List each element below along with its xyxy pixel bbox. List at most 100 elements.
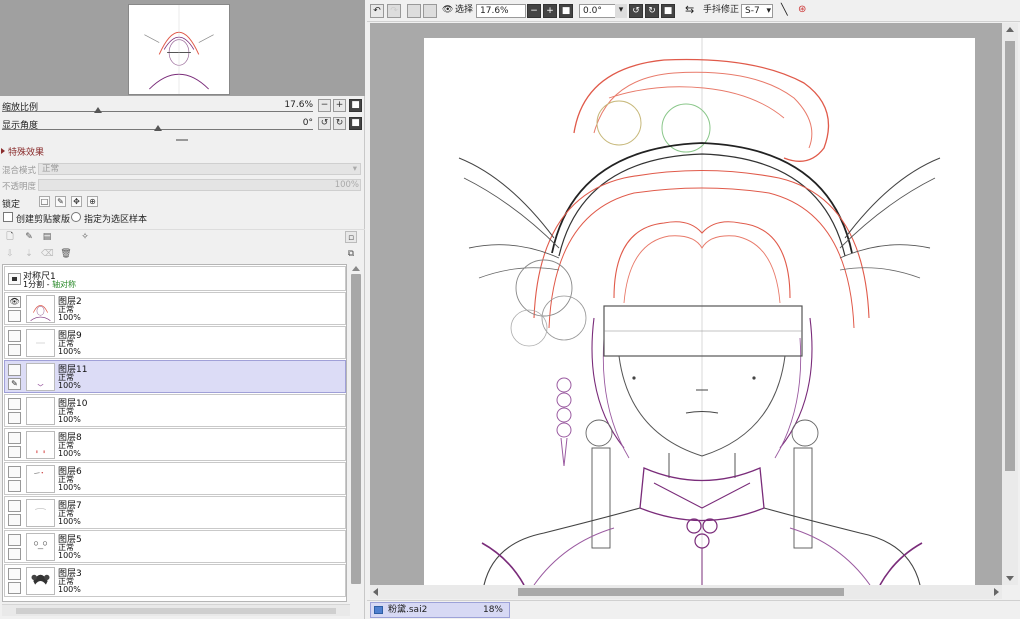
edit-toggle[interactable] — [8, 582, 21, 594]
visibility-toggle[interactable] — [8, 500, 21, 512]
opacity-slider[interactable] — [38, 179, 361, 191]
scroll-left-arrow-icon[interactable] — [373, 588, 378, 596]
edit-toggle[interactable] — [8, 310, 21, 322]
visibility-toggle[interactable] — [8, 466, 21, 478]
canvas-horizontal-scrollbar[interactable] — [370, 585, 1002, 599]
scroll-down-arrow-icon[interactable] — [1006, 576, 1014, 581]
ruler-division-text: 1分割 - — [23, 280, 53, 289]
rotate-right-button[interactable]: ↻ — [333, 117, 346, 130]
pencil-icon[interactable]: ✎ — [8, 378, 21, 390]
deselect-icon[interactable] — [407, 4, 421, 18]
layer-item[interactable]: 图层3 正常 100% — [4, 564, 346, 597]
new-layer-icon[interactable]: 🗋 — [4, 231, 16, 243]
toolbar-zoom-in-button[interactable]: + — [543, 4, 557, 18]
navigator-panel[interactable] — [0, 0, 365, 96]
edit-toggle[interactable] — [8, 446, 21, 458]
panel-menu-icon[interactable]: ▫ — [345, 231, 357, 243]
scroll-up-arrow-icon[interactable] — [352, 266, 360, 271]
layer-item-selected[interactable]: ✎ 图层11 正常 100% — [4, 360, 346, 393]
layer-item[interactable]: 图层10 正常 100% — [4, 394, 346, 427]
eye-icon[interactable]: 👁 — [8, 296, 21, 308]
angle-slider-row: 显示角度 0° ↺ ↻ ■ — [0, 116, 365, 132]
toolbar-zoom-input[interactable]: 17.6% — [476, 4, 526, 18]
zoom-reset-button[interactable]: ■ — [349, 99, 362, 112]
canvas-hscroll-thumb[interactable] — [518, 588, 844, 596]
straight-line-icon[interactable]: ╲ — [781, 4, 788, 18]
scroll-up-arrow-icon[interactable] — [1006, 27, 1014, 32]
clipping-mask-checkbox[interactable] — [3, 212, 13, 222]
lock-paint-icon[interactable]: ✎ — [55, 196, 66, 207]
layer-list-options-icon[interactable]: ⧉ — [345, 248, 357, 260]
redo-icon[interactable]: ↷ — [387, 4, 401, 18]
visibility-toggle[interactable] — [8, 534, 21, 546]
lock-transparency-icon[interactable]: □ — [39, 196, 50, 207]
visibility-toggle[interactable] — [8, 432, 21, 444]
angle-value: 0° — [302, 118, 313, 128]
visibility-toggle[interactable] — [8, 568, 21, 580]
zoom-slider-handle[interactable] — [93, 107, 102, 113]
selection-sample-radio[interactable] — [71, 212, 81, 222]
stabilizer-select[interactable]: S-7 ▾ — [741, 4, 773, 18]
effects-section-header[interactable]: 特殊效果 — [0, 145, 365, 159]
blend-mode-select[interactable]: 正常 ▾ — [38, 163, 361, 175]
eye-icon[interactable]: 👁 — [442, 4, 453, 18]
zoom-slider-track[interactable] — [2, 111, 313, 112]
lock-move-icon[interactable]: ✥ — [71, 196, 82, 207]
layer-opacity: 100% — [58, 551, 81, 560]
ruler-layer-item[interactable]: 对称尺1 1分割 - 轴对称 — [4, 266, 346, 291]
toolbar-angle-reset-button[interactable]: ■ — [661, 4, 675, 18]
delete-layer-icon[interactable]: 🗑 — [60, 248, 72, 260]
invert-selection-icon[interactable] — [423, 4, 437, 18]
edit-toggle[interactable] — [8, 548, 21, 560]
zoom-out-button[interactable]: − — [318, 99, 331, 112]
layer-item[interactable]: 👁 图层2 正常 100% — [4, 292, 346, 325]
layer-item[interactable]: 图层9 正常 100% — [4, 326, 346, 359]
undo-icon[interactable]: ↶ — [370, 4, 384, 18]
canvas-vscroll-thumb[interactable] — [1005, 41, 1015, 471]
edit-toggle[interactable] — [8, 480, 21, 492]
flip-horizontal-icon[interactable]: ⇆ — [685, 4, 694, 18]
navigator-thumbnail[interactable] — [128, 4, 230, 95]
ruler-toggle-icon[interactable]: ⊛ — [798, 4, 806, 18]
angle-dropdown-icon[interactable]: ▾ — [615, 4, 627, 18]
canvas-viewport[interactable] — [370, 23, 1002, 585]
new-folder-icon[interactable]: ▤ — [41, 231, 53, 243]
transfer-down-icon[interactable]: ⇩ — [4, 248, 16, 260]
symmetry-ruler-icon[interactable] — [8, 273, 21, 285]
visibility-toggle[interactable] — [8, 398, 21, 410]
merge-down-icon[interactable]: ⇣ — [23, 248, 35, 260]
new-pen-layer-icon[interactable]: ✎ — [23, 231, 35, 243]
panel-splitter-grip[interactable] — [176, 139, 188, 141]
canvas-vertical-scrollbar[interactable] — [1002, 23, 1018, 585]
layer-item[interactable]: 图层8 正常 100% — [4, 428, 346, 461]
layer-item[interactable]: 图层6 正常 100% — [4, 462, 346, 495]
layer-list-scrollbar[interactable] — [350, 264, 362, 602]
layer-thumbnail — [26, 533, 55, 561]
toolbar-zoom-reset-button[interactable]: ■ — [559, 4, 573, 18]
zoom-in-button[interactable]: + — [333, 99, 346, 112]
layer-list-scroll-thumb[interactable] — [351, 274, 361, 584]
layer-item[interactable]: 图层7 正常 100% — [4, 496, 346, 529]
document-tab[interactable]: 粉黛.sai2 18% — [370, 602, 510, 618]
left-panel-hscrollbar[interactable] — [2, 604, 350, 616]
angle-reset-button[interactable]: ■ — [349, 117, 362, 130]
visibility-toggle[interactable] — [8, 330, 21, 342]
toolbar-rotate-right-button[interactable]: ↻ — [645, 4, 659, 18]
toolbar-zoom-out-button[interactable]: − — [527, 4, 541, 18]
angle-slider-handle[interactable] — [153, 125, 162, 131]
layer-item[interactable]: 图层5 正常 100% — [4, 530, 346, 563]
edit-toggle[interactable] — [8, 412, 21, 424]
drawing-canvas[interactable] — [424, 38, 975, 585]
rotate-left-button[interactable]: ↺ — [318, 117, 331, 130]
clear-layer-icon[interactable]: ⌫ — [41, 248, 54, 260]
edit-toggle[interactable] — [8, 344, 21, 356]
lock-all-icon[interactable]: ⊕ — [87, 196, 98, 207]
layer-effect-icon[interactable]: ✧ — [79, 231, 91, 243]
visibility-toggle[interactable] — [8, 364, 21, 376]
left-panel-hscroll-thumb[interactable] — [16, 608, 336, 614]
toolbar-rotate-left-button[interactable]: ↺ — [629, 4, 643, 18]
layer-thumbnail-image — [37, 383, 44, 387]
layer-list[interactable]: 对称尺1 1分割 - 轴对称 👁 图层2 正常 100% 图层9 正常 100% — [2, 264, 347, 602]
scroll-right-arrow-icon[interactable] — [994, 588, 999, 596]
edit-toggle[interactable] — [8, 514, 21, 526]
